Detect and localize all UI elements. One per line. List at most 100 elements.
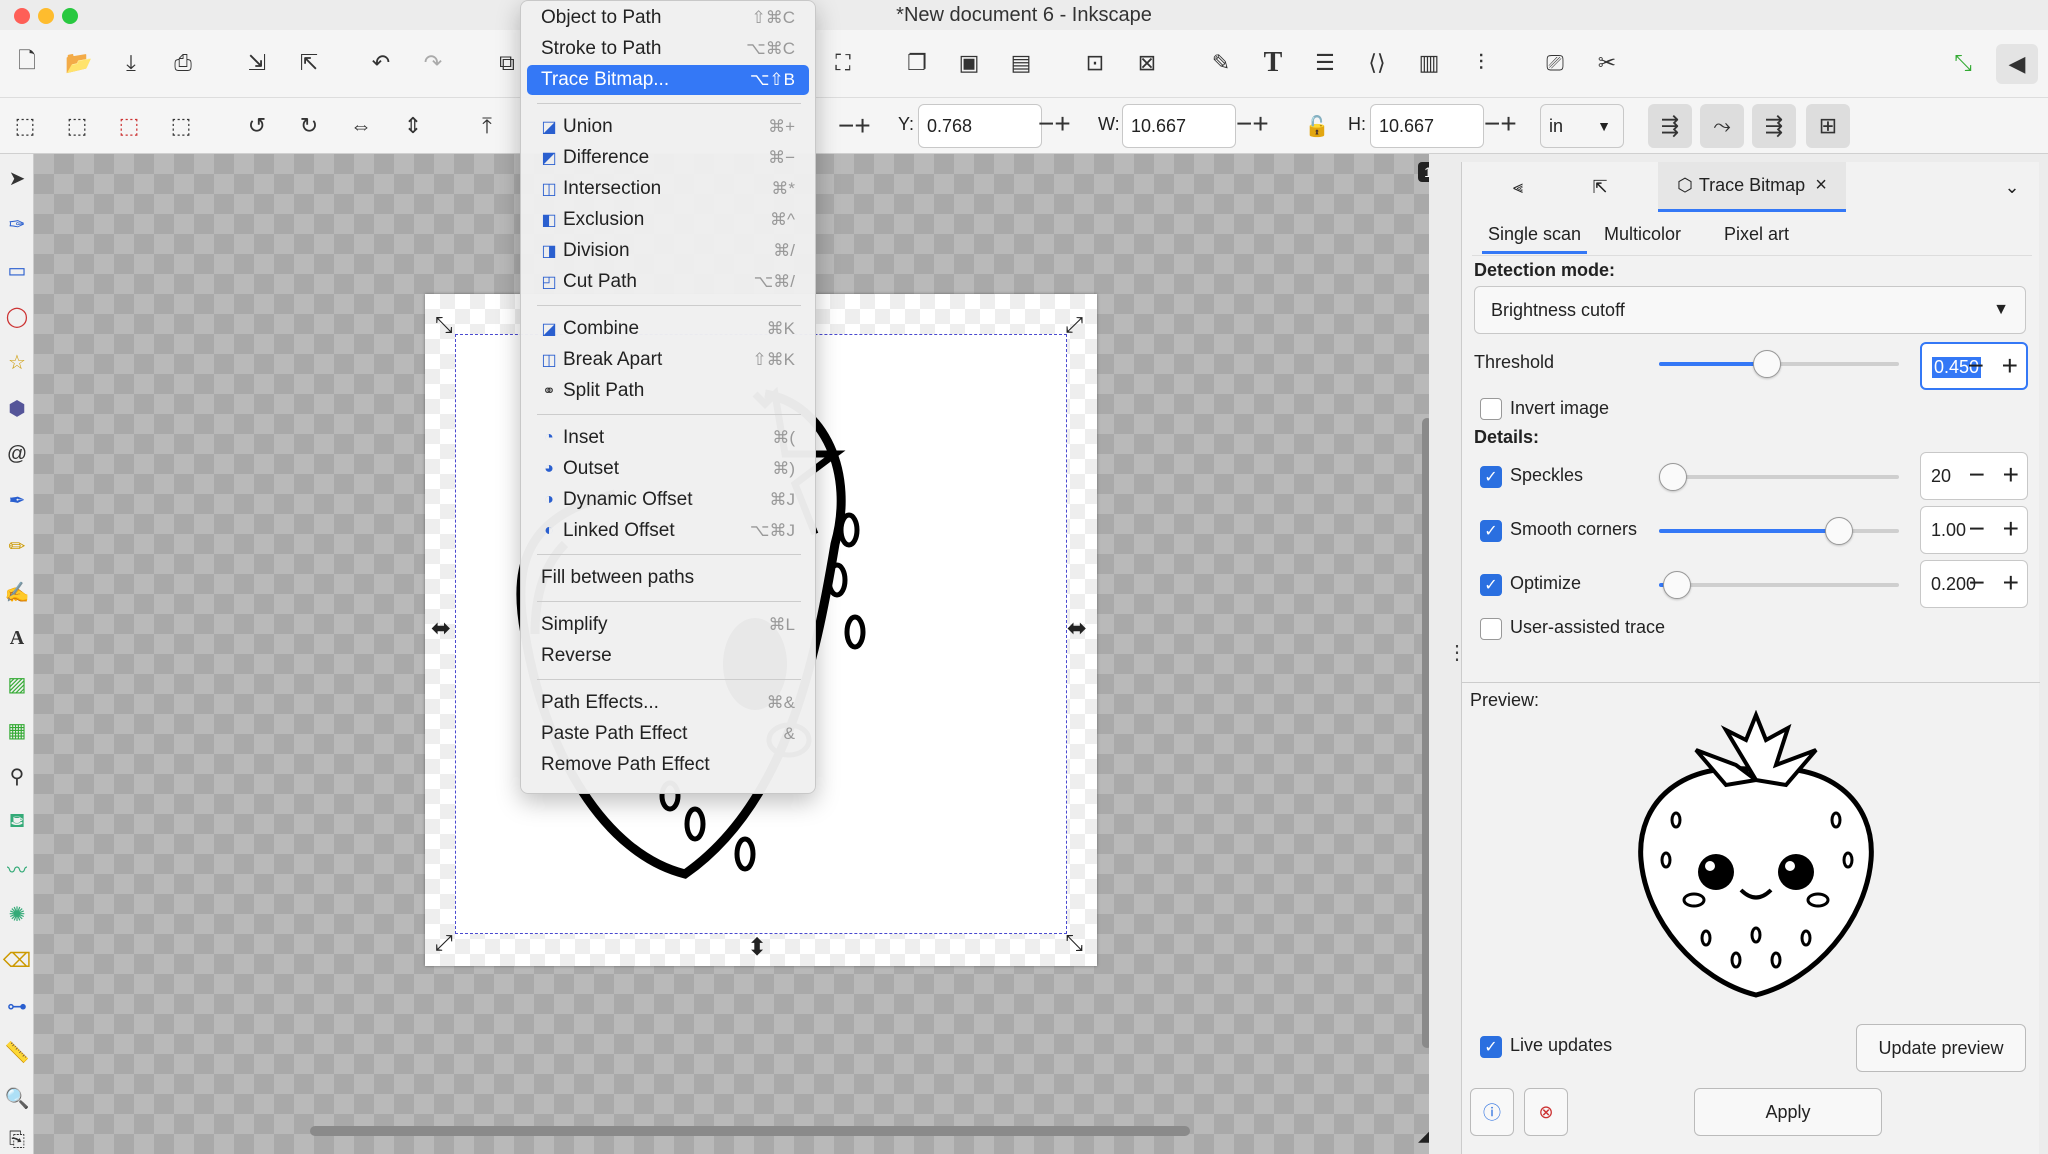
eraser-tool-icon[interactable]: ⌫	[3, 946, 31, 974]
threshold-slider-knob[interactable]	[1753, 350, 1781, 378]
menu-item-dynamic-offset[interactable]: ◑ Dynamic Offset ⌘J	[527, 485, 809, 515]
scale-handle-icon[interactable]: ⤡	[1065, 930, 1083, 956]
paint-bucket-tool-icon[interactable]: ⛾	[3, 808, 31, 836]
menu-item-combine[interactable]: ◪ Combine ⌘K	[527, 314, 809, 344]
menu-item-split-path[interactable]: ⚭ Split Path	[527, 376, 809, 406]
fill-stroke-icon[interactable]: ✎	[1204, 46, 1238, 80]
apply-button[interactable]: Apply	[1694, 1088, 1882, 1136]
h-field[interactable]: 10.667	[1370, 104, 1484, 148]
select-all-layers-icon[interactable]: ⬚	[60, 109, 94, 143]
menu-item-inset[interactable]: ◔ Inset ⌘(	[527, 423, 809, 453]
node-tool-icon[interactable]: ✑	[3, 210, 31, 238]
speckles-checkbox[interactable]: ✓	[1480, 466, 1502, 488]
increment-icon[interactable]: +	[2003, 459, 2019, 491]
h-stepper[interactable]: −+	[1484, 110, 1517, 138]
gradient-tool-icon[interactable]: ▨	[3, 670, 31, 698]
zoom-tool-icon[interactable]: 🔍	[3, 1084, 31, 1112]
duplicate-icon[interactable]: ⧉	[490, 46, 524, 80]
x-minus-plus[interactable]: −+	[838, 112, 871, 140]
speckles-slider[interactable]	[1659, 463, 1899, 491]
menu-item-simplify[interactable]: Simplify ⌘L	[527, 610, 809, 640]
lock-ratio-icon[interactable]: 🔓	[1300, 109, 1334, 143]
objects-icon[interactable]: ▥	[1412, 46, 1446, 80]
menu-item-break-apart[interactable]: ◫ Break Apart ⇧⌘K	[527, 345, 809, 375]
menu-item-difference[interactable]: ◩ Difference ⌘−	[527, 143, 809, 173]
optimize-checkbox[interactable]: ✓	[1480, 574, 1502, 596]
document-properties-icon[interactable]: ⎚	[1538, 46, 1572, 80]
select-same-icon[interactable]: ⬚	[112, 109, 146, 143]
menu-item-fill-between-paths[interactable]: Fill between paths	[527, 563, 809, 593]
horizontal-scrollbar[interactable]	[310, 1126, 1190, 1136]
decrement-icon[interactable]: −	[1968, 350, 1984, 382]
calligraphy-tool-icon[interactable]: ✍	[3, 578, 31, 606]
menu-item-paste-path-effect[interactable]: Paste Path Effect &	[527, 719, 809, 749]
save-icon[interactable]: ⤓	[114, 46, 148, 80]
open-icon[interactable]: 📂	[62, 46, 96, 80]
rotate-cw-icon[interactable]: ↻	[292, 109, 326, 143]
flip-vertical-icon[interactable]: ⇕	[396, 109, 430, 143]
ellipse-tool-icon[interactable]: ◯	[3, 302, 31, 330]
paste-icon[interactable]: ▣	[952, 46, 986, 80]
subtab-single-scan[interactable]: Single scan	[1482, 224, 1588, 254]
menu-item-linked-offset[interactable]: ◐ Linked Offset ⌥⌘J	[527, 516, 809, 546]
menu-item-trace-bitmap[interactable]: Trace Bitmap... ⌥⇧B	[527, 65, 809, 95]
decrement-icon[interactable]: −	[1969, 513, 1985, 545]
raise-to-top-icon[interactable]: ⤒	[470, 109, 504, 143]
scale-stroke-icon[interactable]: ⇶	[1648, 104, 1692, 148]
spray-tool-icon[interactable]: ✺	[3, 900, 31, 928]
rotate-ccw-icon[interactable]: ↺	[240, 109, 274, 143]
group-icon[interactable]: ⊡	[1078, 46, 1112, 80]
dropper-tool-icon[interactable]: ⚲	[3, 762, 31, 790]
flip-horizontal-icon[interactable]: ⇔	[344, 109, 378, 143]
smooth-corners-spinbox[interactable]: 1.00 − +	[1920, 506, 2028, 554]
scale-corners-icon[interactable]: ⤳	[1700, 104, 1744, 148]
menu-item-intersection[interactable]: ◫ Intersection ⌘*	[527, 174, 809, 204]
smooth-corners-slider-knob[interactable]	[1825, 517, 1853, 545]
minimize-window-button[interactable]	[38, 8, 54, 24]
star-tool-icon[interactable]: ☆	[3, 348, 31, 376]
spiral-tool-icon[interactable]: @	[3, 440, 31, 468]
invert-image-checkbox[interactable]	[1480, 398, 1502, 420]
color-wheel-icon[interactable]: ◢	[1418, 1120, 1429, 1146]
increment-icon[interactable]: +	[2003, 567, 2019, 599]
mesh-tool-icon[interactable]: ▦	[3, 716, 31, 744]
scale-handle-icon[interactable]: ⤢	[1065, 312, 1083, 338]
selector-tool-icon[interactable]: ➤	[3, 164, 31, 192]
info-icon[interactable]: ⓘ	[1470, 1088, 1514, 1136]
stretch-handle-icon[interactable]: ⬌	[1067, 614, 1087, 643]
smooth-corners-checkbox[interactable]: ✓	[1480, 520, 1502, 542]
transform-gradients-icon[interactable]: ⇶	[1752, 104, 1796, 148]
menu-item-cut-path[interactable]: ◰ Cut Path ⌥⌘/	[527, 267, 809, 297]
vertical-scrollbar[interactable]	[1422, 418, 1429, 1048]
export-icon[interactable]: ⇱	[292, 46, 326, 80]
close-tab-icon[interactable]: ×	[1815, 174, 1827, 197]
deselect-icon[interactable]: ⬚	[164, 109, 198, 143]
stretch-handle-icon[interactable]: ⬌	[431, 614, 451, 643]
menu-item-outset[interactable]: ◕ Outset ⌘)	[527, 454, 809, 484]
menu-item-object-to-path[interactable]: Object to Path ⇧⌘C	[527, 3, 809, 33]
subtab-multicolor[interactable]: Multicolor	[1604, 224, 1681, 245]
increment-icon[interactable]: +	[2003, 513, 2019, 545]
rectangle-tool-icon[interactable]: ▭	[3, 256, 31, 284]
scale-handle-icon[interactable]: ⤡	[435, 312, 453, 338]
decrement-icon[interactable]: −	[1969, 567, 1985, 599]
import-icon[interactable]: ⇲	[240, 46, 274, 80]
tab-trace-bitmap[interactable]: ⬡ Trace Bitmap ×	[1658, 162, 1846, 212]
menu-item-remove-path-effect[interactable]: Remove Path Effect	[527, 750, 809, 780]
menu-item-union[interactable]: ◪ Union ⌘+	[527, 112, 809, 142]
menu-item-exclusion[interactable]: ◧ Exclusion ⌘^	[527, 205, 809, 235]
pen-tool-icon[interactable]: ✒	[3, 486, 31, 514]
threshold-spinbox[interactable]: 0.450 − +	[1920, 342, 2028, 390]
align-icon[interactable]: ⫶	[1464, 46, 1498, 80]
transform-patterns-icon[interactable]: ⊞	[1806, 104, 1850, 148]
copy-icon[interactable]: ❐	[900, 46, 934, 80]
menu-item-division[interactable]: ◨ Division ⌘/	[527, 236, 809, 266]
w-field[interactable]: 10.667	[1122, 104, 1236, 148]
smooth-corners-slider[interactable]	[1659, 517, 1899, 545]
measure-tool-icon[interactable]: 📏	[3, 1038, 31, 1066]
optimize-slider[interactable]	[1659, 571, 1899, 599]
speckles-slider-knob[interactable]	[1659, 463, 1687, 491]
optimize-spinbox[interactable]: 0.200 − +	[1920, 560, 2028, 608]
user-assisted-trace-checkbox[interactable]	[1480, 618, 1502, 640]
export-panel-tab-icon[interactable]: ⇱	[1574, 162, 1626, 212]
